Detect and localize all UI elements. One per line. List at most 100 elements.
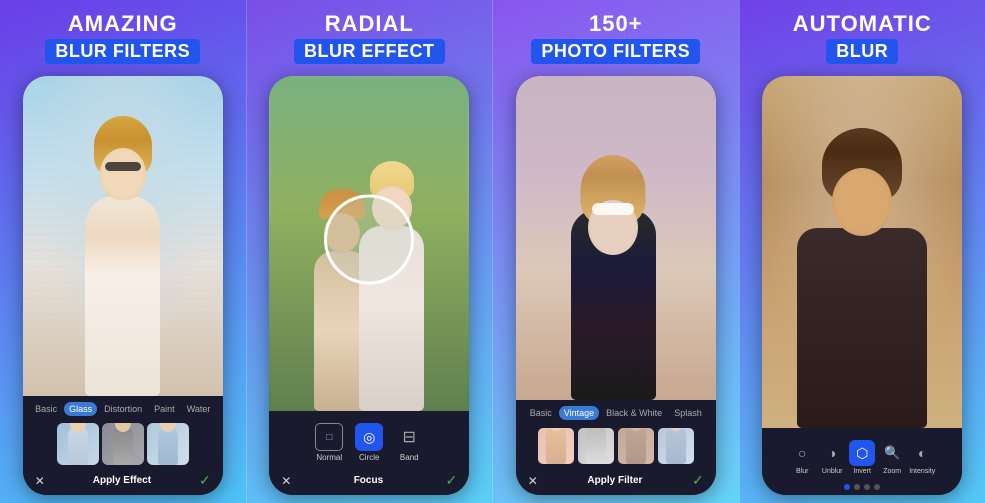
portrait-head: [832, 168, 892, 236]
fashion-head: [588, 200, 638, 255]
filter-thumb-3[interactable]: [618, 428, 654, 464]
intensity-icon: ◐: [909, 440, 935, 466]
panel-2-header: RADIAL BLUR EFFECT: [286, 0, 453, 72]
intensity-tool-label: Intensity: [909, 468, 935, 475]
apply-effect-label[interactable]: Apply Effect: [93, 475, 151, 486]
filter-thumb-1[interactable]: [538, 428, 574, 464]
dot-2: [854, 484, 860, 490]
panel-4-header: AUTOMATIC BLUR: [785, 0, 940, 72]
dot-4: [874, 484, 880, 490]
close-icon-1[interactable]: ✕: [35, 474, 45, 488]
panel-2-photo: [269, 76, 469, 411]
normal-label: Normal: [316, 453, 342, 462]
tool-unblur[interactable]: ◑ Unblur: [819, 440, 845, 475]
zoom-tool-label: Zoom: [883, 468, 901, 475]
panel-1-header: AMAZING BLUR FILTERS: [37, 0, 208, 72]
fashion-bg: [516, 76, 716, 400]
tab-basic[interactable]: Basic: [30, 402, 62, 416]
panel-4-controls: ○ Blur ◑ Unblur ⬡ Invert 🔍 Zoom ◐ Int: [762, 428, 962, 495]
panel-2-bottom-bar: ✕ Focus ✓: [273, 468, 465, 493]
fashion-glasses: [592, 203, 634, 215]
panel-1-title-top: AMAZING: [45, 12, 200, 36]
apply-filter-label[interactable]: Apply Filter: [587, 475, 642, 486]
panel-2-phone: □ Normal ◎ Circle ⊟ Band ✕ Focus ✓: [269, 76, 469, 495]
invert-tool-label: Invert: [853, 468, 871, 475]
focus-circle[interactable]: ◎ Circle: [355, 423, 383, 462]
panel-auto-blur: AUTOMATIC BLUR ○ Blur ◑: [739, 0, 985, 503]
check-icon-3[interactable]: ✓: [692, 472, 704, 489]
panel-4-title-top: AUTOMATIC: [793, 12, 932, 36]
panel-3-photo: [516, 76, 716, 400]
tab-splash[interactable]: Splash: [669, 406, 707, 420]
focus-band[interactable]: ⊟ Band: [395, 423, 423, 462]
person-body: [85, 196, 160, 396]
tab-basic-3[interactable]: Basic: [525, 406, 557, 420]
panel-2-title-top: RADIAL: [294, 12, 445, 36]
focus-normal[interactable]: □ Normal: [315, 423, 343, 462]
thumb-2[interactable]: [102, 423, 144, 465]
tab-glass[interactable]: Glass: [64, 402, 97, 416]
tab-distortion[interactable]: Distortion: [99, 402, 147, 416]
tab-bw[interactable]: Black & White: [601, 406, 667, 420]
dot-3: [864, 484, 870, 490]
filter-thumb-2[interactable]: [578, 428, 614, 464]
panel-1-photo: [23, 76, 223, 396]
close-icon-2[interactable]: ✕: [281, 474, 291, 488]
panel-3-phone: Basic Vintage Black & White Splash: [516, 76, 716, 495]
panel-3-filter-tabs: Basic Vintage Black & White Splash: [520, 406, 712, 424]
panel-1-bottom-bar: ✕ Apply Effect ✓: [27, 468, 219, 493]
dot-1: [844, 484, 850, 490]
zoom-icon: 🔍: [879, 440, 905, 466]
woman-blur-bg: [23, 76, 223, 396]
blur-icon: ○: [789, 440, 815, 466]
thumb-3[interactable]: [147, 423, 189, 465]
panel-3-title-top: 150+: [531, 12, 700, 36]
check-icon-2[interactable]: ✓: [446, 472, 458, 489]
panel-3-header: 150+ PHOTO FILTERS: [523, 0, 708, 72]
panel-3-title-bottom: PHOTO FILTERS: [531, 39, 700, 64]
circle-icon: ◎: [355, 423, 383, 451]
portrait-body: [797, 228, 927, 428]
close-icon-3[interactable]: ✕: [528, 474, 538, 488]
panel-3-controls: Basic Vintage Black & White Splash: [516, 400, 716, 495]
band-label: Band: [400, 453, 419, 462]
fashion-person: [571, 170, 661, 400]
tab-vintage[interactable]: Vintage: [559, 406, 599, 420]
panel-4-phone: ○ Blur ◑ Unblur ⬡ Invert 🔍 Zoom ◐ Int: [762, 76, 962, 495]
focus-label[interactable]: Focus: [354, 475, 383, 486]
circle-label: Circle: [359, 453, 379, 462]
panel-1-title-bottom: BLUR FILTERS: [45, 39, 200, 64]
panel-4-title-bottom: BLUR: [826, 39, 898, 64]
check-icon-1[interactable]: ✓: [199, 472, 211, 489]
filter-thumb-4[interactable]: [658, 428, 694, 464]
panel-4-photo: [762, 76, 962, 428]
fashion-body: [571, 210, 656, 400]
circle-focus-overlay: [324, 194, 414, 284]
dot-row: [766, 481, 958, 493]
couple-bg: [269, 76, 469, 411]
panel-3-bottom-bar: ✕ Apply Filter ✓: [520, 468, 712, 493]
blur-tool-label: Blur: [796, 468, 808, 475]
panel-1-phone: Basic Glass Distortion Paint Water: [23, 76, 223, 495]
panel-1-filter-tabs: Basic Glass Distortion Paint Water: [27, 402, 219, 420]
panel-photo-filters: 150+ PHOTO FILTERS Basic Vintage: [492, 0, 739, 503]
panel-blur-filters: AMAZING BLUR FILTERS: [0, 0, 246, 503]
panel-2-controls: □ Normal ◎ Circle ⊟ Band ✕ Focus ✓: [269, 411, 469, 495]
filter-strip: [520, 424, 712, 468]
tool-blur[interactable]: ○ Blur: [789, 440, 815, 475]
unblur-icon: ◑: [819, 440, 845, 466]
tab-water[interactable]: Water: [182, 402, 216, 416]
focus-options: □ Normal ◎ Circle ⊟ Band: [273, 417, 465, 468]
portrait-bg: [762, 76, 962, 428]
unblur-tool-label: Unblur: [822, 468, 843, 475]
tool-zoom[interactable]: 🔍 Zoom: [879, 440, 905, 475]
tab-paint[interactable]: Paint: [149, 402, 180, 416]
thumb-1[interactable]: [57, 423, 99, 465]
panel-2-title-bottom: BLUR EFFECT: [294, 39, 445, 64]
portrait-person: [762, 76, 962, 428]
tool-invert[interactable]: ⬡ Invert: [849, 440, 875, 475]
tool-intensity[interactable]: ◐ Intensity: [909, 440, 935, 475]
normal-icon: □: [315, 423, 343, 451]
invert-icon: ⬡: [849, 440, 875, 466]
panel-1-figure: [23, 92, 223, 396]
